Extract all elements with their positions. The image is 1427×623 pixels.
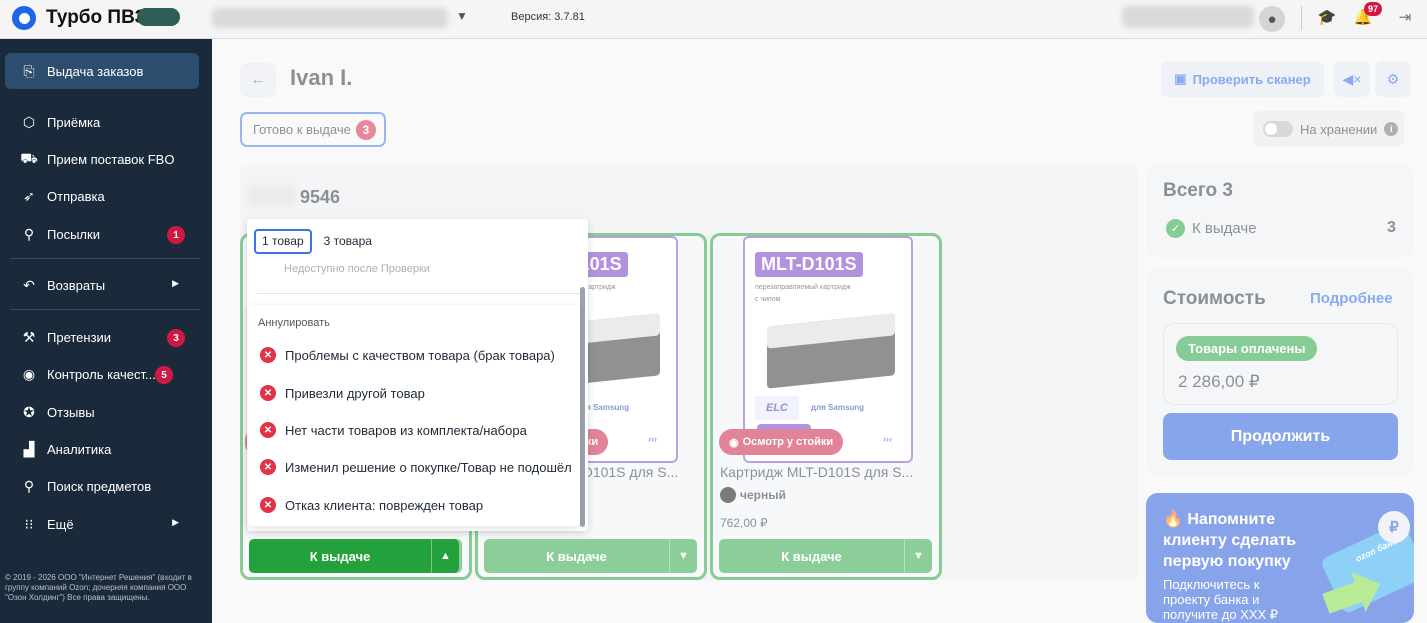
close-circle-icon: ✕ — [260, 422, 276, 438]
person-icon: ⚲ — [23, 225, 35, 242]
claims-badge: 3 — [167, 329, 185, 347]
sidebar-item-issue-orders[interactable]: ⎘ Выдача заказов — [5, 53, 199, 89]
qty-option-one[interactable]: 1 товар — [254, 228, 312, 254]
reason-item[interactable]: ✕ Проблемы с качеством товара (брак товар… — [260, 347, 555, 363]
logo-icon — [12, 6, 36, 30]
reason-item[interactable]: ✕ Нет части товаров из комплекта/набора — [260, 422, 527, 438]
chevron-right-icon: ▶ — [172, 517, 179, 527]
quality-badge: 5 — [155, 366, 173, 384]
chevron-up-icon[interactable]: ▲ — [431, 539, 459, 573]
brand-pill — [137, 8, 180, 26]
issue-button-active[interactable]: К выдаче ▲ — [249, 539, 459, 573]
avatar-icon[interactable]: ● — [1259, 6, 1285, 32]
menu-scrollbar[interactable] — [580, 287, 585, 527]
sidebar-item-reception[interactable]: ⬡ Приёмка — [5, 104, 199, 140]
copyright: © 2019 - 2026 ООО "Интернет Решения" (вх… — [5, 573, 192, 602]
logout-icon[interactable]: ⇥ — [1394, 6, 1416, 28]
app-brand: Турбо ПВЗ — [46, 7, 147, 28]
sidebar-item-returns[interactable]: ↶ Возвраты ▶ — [5, 267, 199, 303]
package-out-icon: ⎘ — [23, 62, 35, 79]
notification-badge: 97 — [1364, 2, 1382, 16]
cancel-reasons-list: Аннулировать ✕ Проблемы с качеством товар… — [248, 305, 580, 526]
sidebar-item-search[interactable]: ⚲ Поиск предметов — [5, 468, 199, 504]
sidebar: ⎘ Выдача заказов ⬡ Приёмка ⛟ Прием поставок… — [0, 39, 212, 623]
user-name-blurred — [1122, 6, 1254, 28]
search-icon: ⚲ — [23, 477, 35, 494]
sidebar-item-analytics[interactable]: ▟ Аналитика — [5, 431, 199, 467]
qty-option-all[interactable]: 3 товара — [318, 229, 378, 254]
sidebar-item-parcels[interactable]: ⚲ Посылки 1 — [5, 216, 199, 252]
top-bar: Турбо ПВЗ ▼ Версия: 3.7.81 ● 🎓 🔔 97 ⇥ — [0, 0, 1427, 39]
eye-icon: ◉ — [22, 365, 36, 382]
reasons-heading: Аннулировать — [258, 317, 330, 329]
send-icon: ➶ — [23, 187, 35, 204]
box-icon: ⬡ — [22, 113, 36, 130]
divider — [10, 309, 200, 310]
menu-note: Недоступно после Проверки — [284, 263, 430, 275]
sidebar-item-reviews[interactable]: ✪ Отзывы — [5, 394, 199, 430]
sidebar-item-shipping[interactable]: ➶ Отправка — [5, 178, 199, 214]
chevron-down-icon[interactable]: ▼ — [456, 9, 468, 23]
analytics-icon: ▟ — [23, 440, 35, 457]
sidebar-item-more[interactable]: ⁝⁝ Ещё ▶ — [5, 506, 199, 542]
reason-item[interactable]: ✕ Привезли другой товар — [260, 385, 425, 401]
chevron-right-icon: ▶ — [172, 278, 179, 288]
pvz-selector[interactable] — [212, 8, 448, 28]
sidebar-item-claims[interactable]: ⚒ Претензии 3 — [5, 319, 199, 355]
quantity-selector: 1 товар 3 товара — [249, 224, 395, 258]
divider — [1301, 6, 1302, 30]
truck-icon: ⛟ — [20, 149, 38, 166]
star-chat-icon: ✪ — [23, 403, 35, 420]
grid-icon: ⁝⁝ — [24, 515, 34, 532]
divider — [10, 258, 200, 259]
return-icon: ↶ — [23, 276, 35, 293]
divider — [257, 293, 581, 294]
close-circle-icon: ✕ — [260, 347, 276, 363]
version-label: Версия: 3.7.81 — [511, 11, 585, 23]
close-circle-icon: ✕ — [260, 459, 276, 475]
graduation-cap-icon[interactable]: 🎓 — [1316, 6, 1338, 28]
reason-item[interactable]: ✕ Изменил решение о покупке/Товар не подо… — [260, 459, 578, 475]
sidebar-item-quality[interactable]: ◉ Контроль качест... 5 — [5, 356, 199, 392]
gavel-icon: ⚒ — [22, 328, 36, 345]
sidebar-item-fbo[interactable]: ⛟ Прием поставок FBO — [5, 141, 199, 177]
parcels-badge: 1 — [167, 226, 185, 244]
close-circle-icon: ✕ — [260, 497, 276, 513]
reason-item[interactable]: ✕ Отказ клиента: поврежден товар — [260, 497, 483, 513]
close-circle-icon: ✕ — [260, 385, 276, 401]
